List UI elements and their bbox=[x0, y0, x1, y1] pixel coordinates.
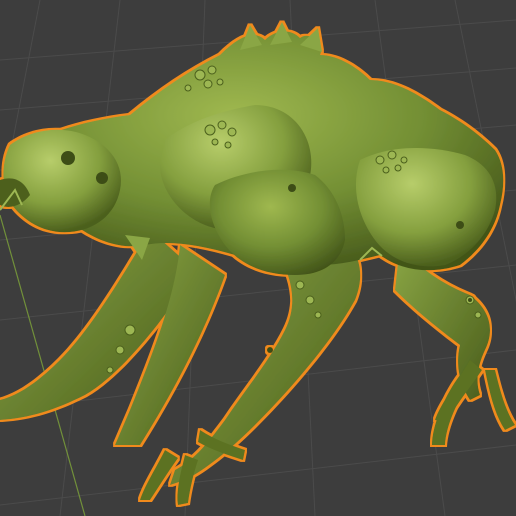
claw bbox=[140, 450, 178, 500]
eye bbox=[61, 151, 75, 165]
claw bbox=[177, 455, 198, 505]
creature-model[interactable] bbox=[0, 22, 515, 505]
eye bbox=[96, 172, 108, 184]
viewport-canvas[interactable] bbox=[0, 0, 516, 516]
upper-arm bbox=[209, 169, 345, 275]
rear-right-foot bbox=[432, 360, 515, 445]
3d-viewport[interactable] bbox=[0, 0, 516, 516]
